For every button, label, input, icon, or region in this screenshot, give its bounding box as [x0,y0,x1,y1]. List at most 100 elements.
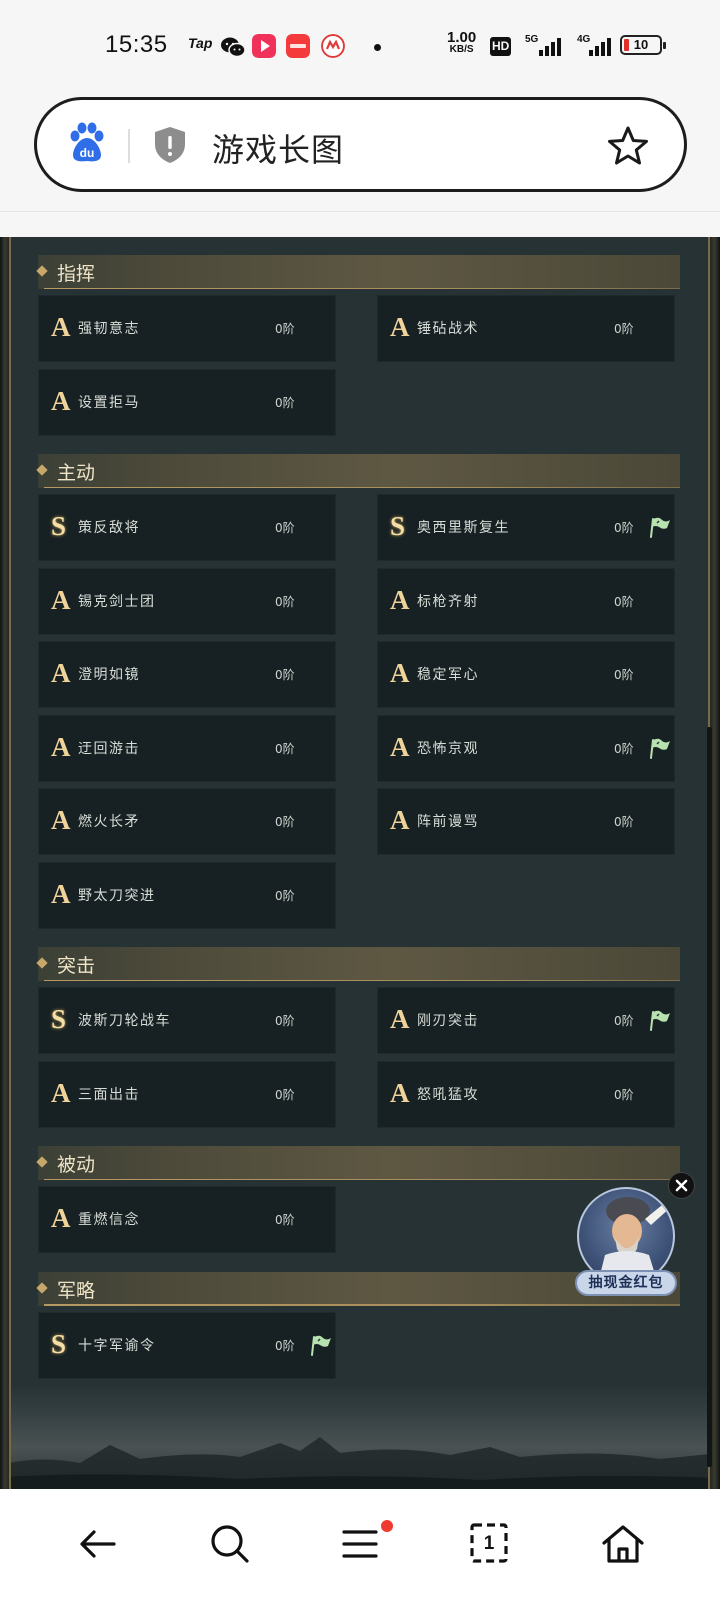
close-icon[interactable] [668,1172,695,1199]
grade-badge: A [390,312,410,342]
promo-label[interactable]: 抽现金红包 [575,1270,677,1296]
skill-name: 恐怖京观 [417,740,479,757]
address-bar[interactable]: du 游戏长图 [34,97,687,192]
skill-name: 三面出击 [78,1086,140,1103]
taptap-icon: Tap [188,35,213,51]
skill-card[interactable]: A 恐怖京观 0阶 [377,714,675,782]
skill-level: 0阶 [614,594,634,609]
back-arrow-icon[interactable] [74,1519,124,1569]
section-title: 被动 [57,1154,96,1176]
section-title: 主动 [57,462,96,484]
skill-card[interactable]: A 稳定军心 0阶 [377,641,675,708]
grade-badge: S [51,1004,67,1034]
skill-level: 0阶 [614,322,634,336]
frame-left-trim [9,237,11,1489]
diamond-icon [36,265,48,277]
red-packet-promo[interactable]: 抽现金红包 [575,1187,677,1296]
grade-badge: A [51,878,71,909]
skill-name: 设置拒马 [78,394,140,411]
skill-card[interactable]: A 设置拒马 0阶 [38,368,336,436]
grade-badge: A [390,805,410,835]
skill-name: 十字军谕令 [78,1337,156,1354]
signal-5g-icon: 5G [525,34,571,56]
skill-card[interactable]: A 迂回游击 0阶 [38,714,336,782]
skill-card[interactable]: S 策反敌将 0阶 [38,494,336,561]
grade-badge: A [51,731,71,762]
menu-notification-dot [381,1520,393,1532]
task-app-icon [286,34,310,58]
flag-icon [307,1332,333,1358]
grade-badge: A [390,584,410,615]
grade-badge: A [51,312,71,342]
skill-card[interactable]: A 怒吼猛攻 0阶 [377,1060,675,1128]
skill-card[interactable]: A 标枪齐射 0阶 [377,567,675,635]
grade-badge: A [390,1077,410,1108]
page-title[interactable]: 游戏长图 [212,125,344,171]
section-underline [44,1304,680,1306]
network-speed: 1.00 KB/S [447,29,477,55]
skill-level: 0阶 [275,888,295,903]
skill-level: 0阶 [614,741,634,756]
skill-level: 0阶 [614,521,634,535]
notification-dot [374,44,381,51]
star-icon[interactable] [607,125,649,167]
bank-app-icon [321,34,345,58]
grade-badge: A [390,731,410,762]
shield-icon[interactable] [152,125,188,165]
video-app-icon [252,34,276,58]
grade-badge: A [51,658,71,688]
skill-card[interactable]: S 奥西里斯复生 0阶 [377,494,675,561]
skill-name: 怒吼猛攻 [417,1086,479,1103]
section-title: 军略 [57,1279,96,1302]
header-divider [0,211,720,212]
battery-icon: 10 [620,35,666,55]
home-icon[interactable] [598,1519,648,1569]
flag-icon [646,514,672,540]
skill-card[interactable]: A 重燃信念 0阶 [38,1186,336,1253]
skill-level: 0阶 [275,322,295,336]
game-long-image[interactable]: 指挥 A 强韧意志 0阶 A 锤砧战术 0阶 A 设置拒马 0阶 主动 S 策反敌将 0阶 S 奥西里斯复生 0… [0,237,720,1489]
svg-text:du: du [80,146,95,160]
skill-card[interactable]: A 阵前谩骂 0阶 [377,788,675,855]
skill-level: 0阶 [614,668,634,682]
skill-name: 迂回游击 [78,740,140,757]
skill-name: 策反敌将 [78,520,140,536]
skill-name: 重燃信念 [78,1212,140,1228]
grade-badge: A [51,584,71,615]
baidu-icon[interactable]: du [67,122,107,164]
skill-card[interactable]: A 锡克剑士团 0阶 [38,567,336,635]
skill-name: 阵前谩骂 [417,814,479,830]
diamond-icon [36,957,48,969]
skill-level: 0阶 [275,1087,295,1102]
skill-level: 0阶 [275,395,295,410]
skill-name: 奥西里斯复生 [417,520,510,536]
tabs-button[interactable]: 1 [469,1521,509,1565]
skill-name: 燃火长矛 [78,814,140,830]
tab-count: 1 [483,1533,495,1554]
status-bar: 15:35 Tap 1.00 KB/S HD 5G 4G 10 [0,0,720,90]
skill-card[interactable]: A 燃火长矛 0阶 [38,788,336,855]
skill-card[interactable]: A 澄明如镜 0阶 [38,641,336,708]
scrollbar-thumb[interactable] [707,727,712,1467]
diamond-icon [36,1156,48,1168]
menu-icon[interactable] [336,1519,386,1569]
skill-card[interactable]: A 三面出击 0阶 [38,1060,336,1128]
section-header: 指挥 [36,255,680,289]
search-icon[interactable] [205,1519,255,1569]
status-time: 15:35 [105,31,168,58]
skill-card[interactable]: S 十字军谕令 0阶 [38,1311,336,1379]
skill-name: 锡克剑士团 [78,593,156,610]
skill-card[interactable]: A 强韧意志 0阶 [38,295,336,362]
section-header: 主动 [36,454,680,488]
skill-level: 0阶 [275,521,295,535]
skill-card[interactable]: A 锤砧战术 0阶 [377,295,675,362]
skill-level: 0阶 [275,1014,295,1028]
skill-card[interactable]: A 刚刃突击 0阶 [377,987,675,1054]
section-header: 突击 [36,947,680,981]
skill-level: 0阶 [275,1213,295,1227]
skill-name: 锤砧战术 [417,321,479,337]
section-underline [44,287,680,289]
skill-card[interactable]: A 野太刀突进 0阶 [38,861,336,929]
skill-card[interactable]: S 波斯刀轮战车 0阶 [38,987,336,1054]
section-underline [44,979,680,981]
